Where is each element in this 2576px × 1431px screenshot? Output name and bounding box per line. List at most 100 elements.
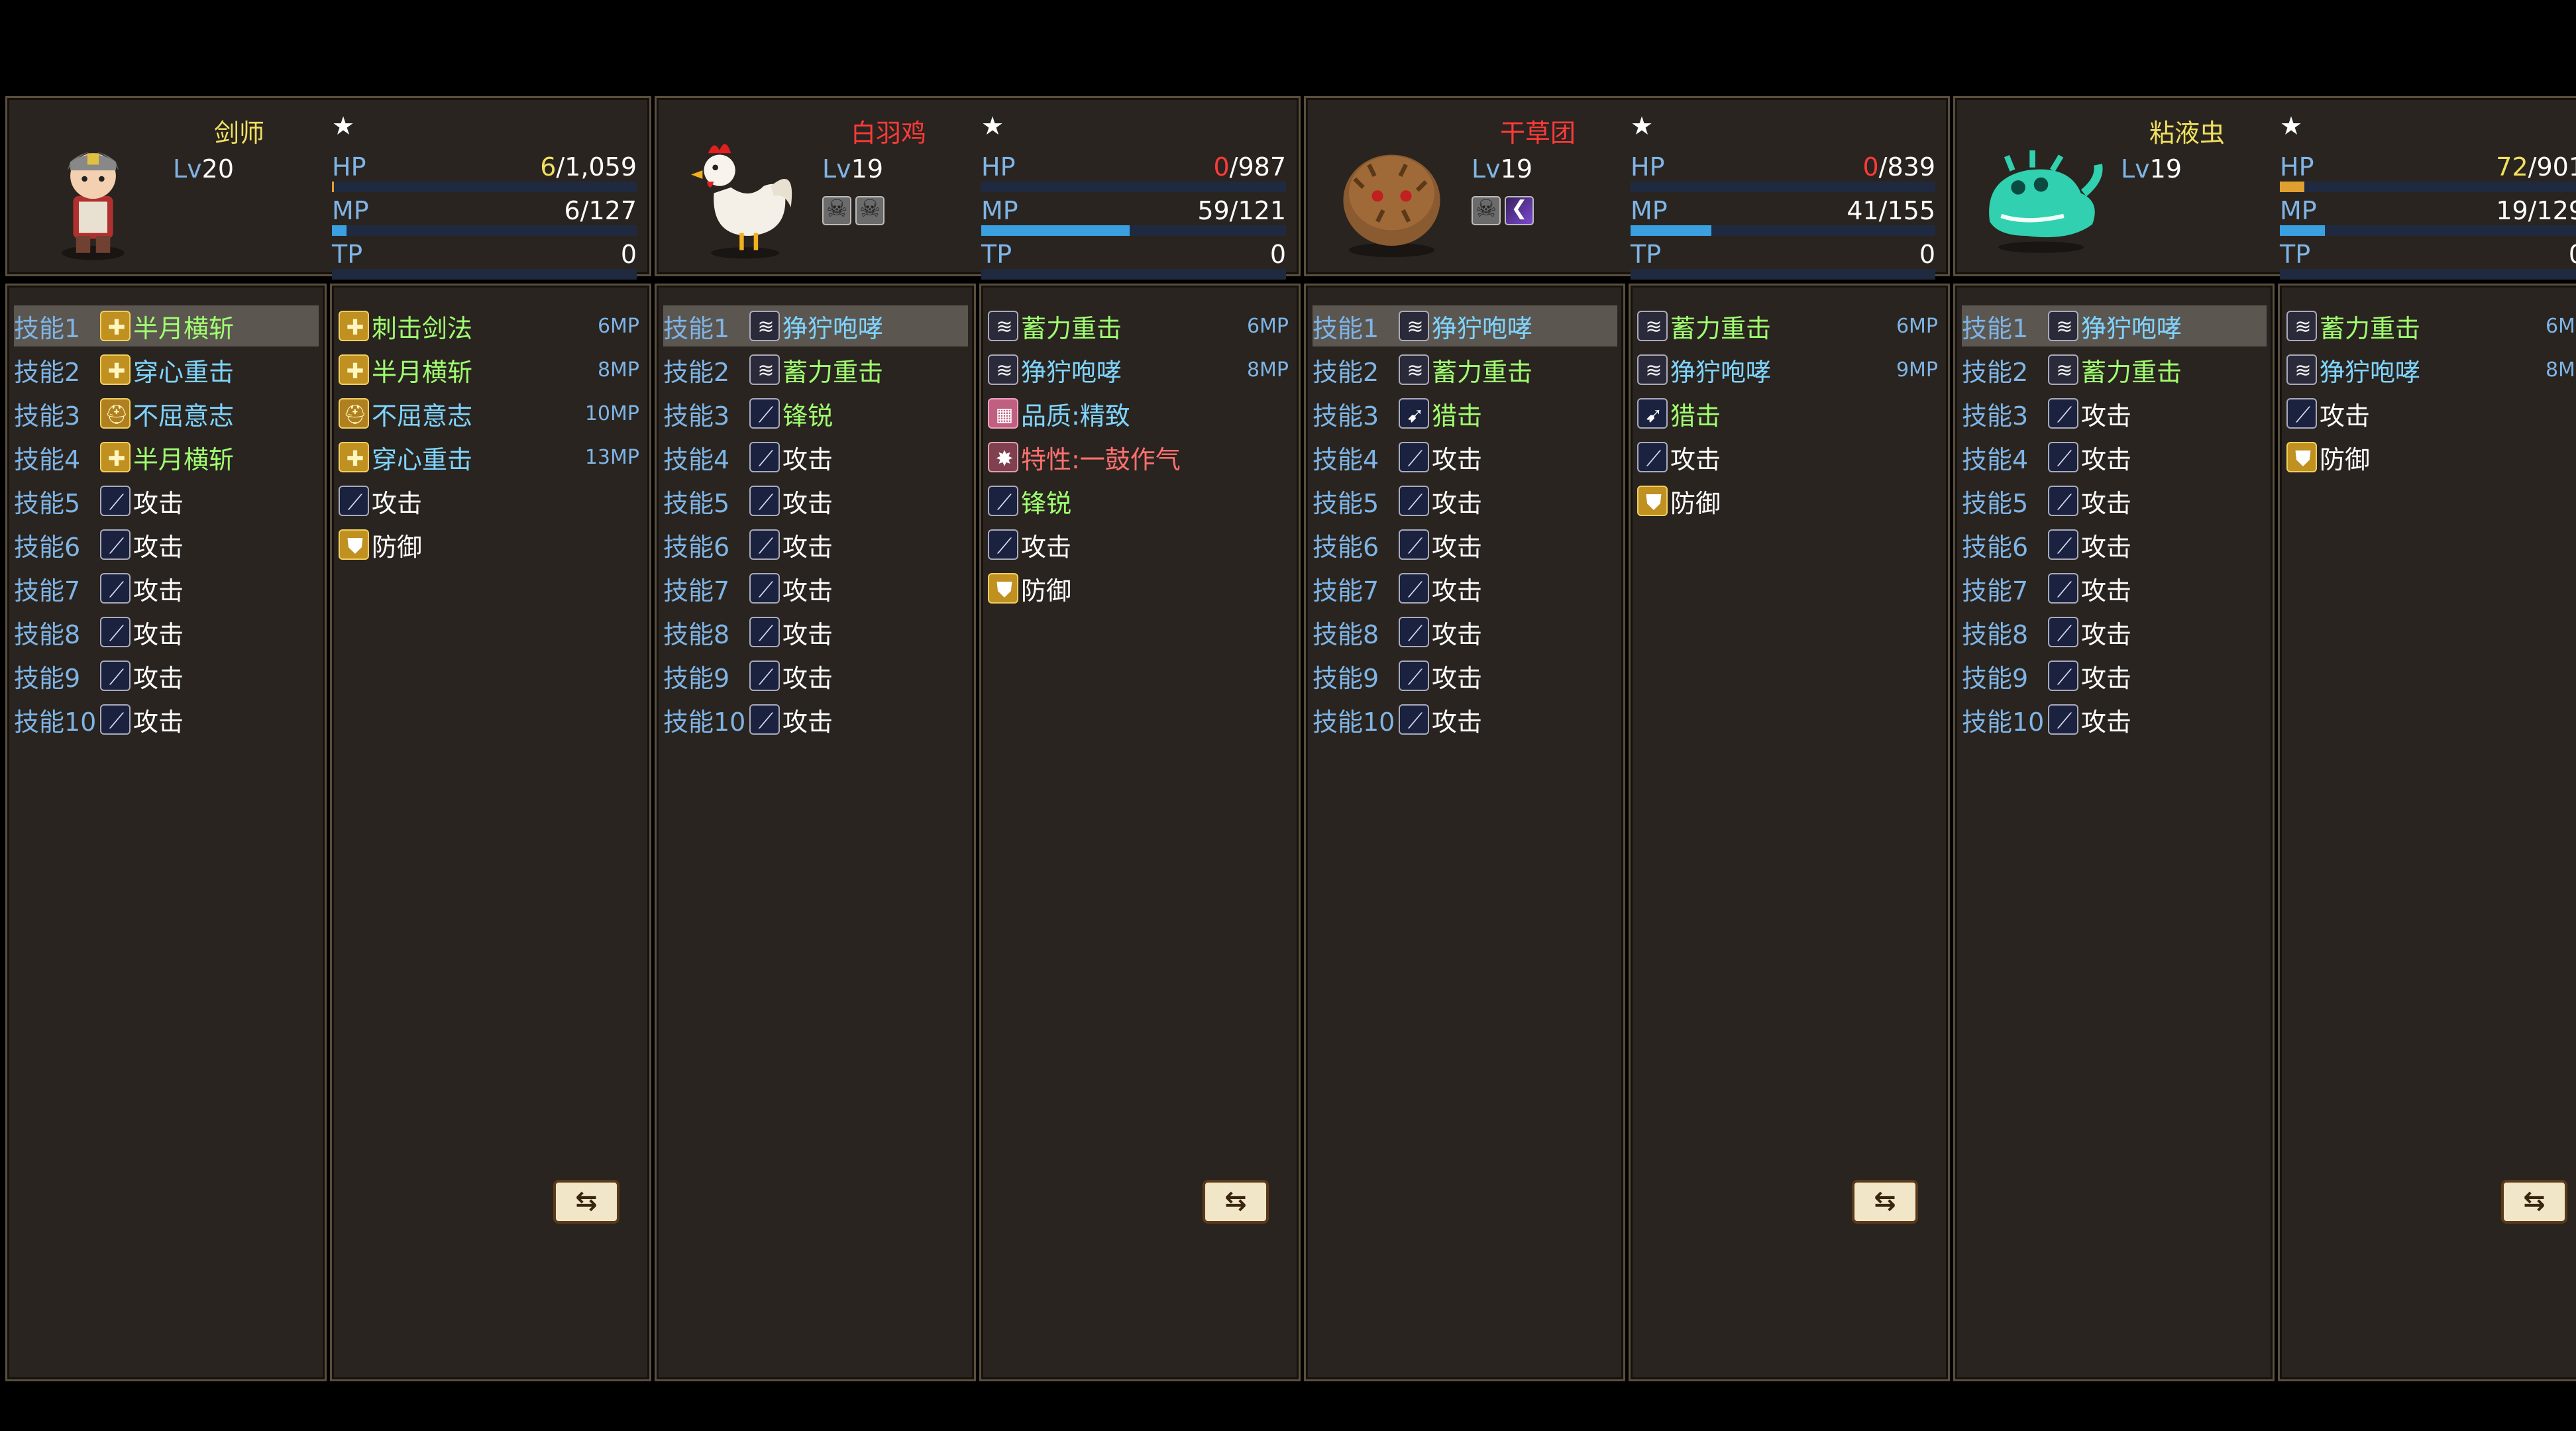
skill-slot-10[interactable]: 技能10 攻击	[663, 699, 968, 740]
skill-cost: 6MP	[1246, 314, 1289, 338]
skill-slot-10[interactable]: 技能10 攻击	[14, 699, 319, 740]
claw-skill-icon	[749, 354, 781, 386]
skill-slot-6[interactable]: 技能6 攻击	[663, 524, 968, 565]
mp-fill	[332, 225, 347, 236]
skill-slot-2[interactable]: 技能2 蓄力重击	[1313, 349, 1617, 390]
skill-slot-1[interactable]: 技能1 半月横斩	[14, 305, 319, 346]
swap-icon: ⇆	[2523, 1186, 2546, 1216]
skill-slot-1[interactable]: 技能1 狰狞咆哮	[1962, 305, 2267, 346]
gold-skill-icon	[339, 442, 370, 474]
skill-slot-8[interactable]: 技能8 攻击	[14, 611, 319, 653]
swap-skill-button[interactable]: ⇆	[553, 1180, 619, 1224]
skill-slot-3[interactable]: 技能3 不屈意志	[14, 393, 319, 434]
skill-list-window: 蓄力重击 6MP 狰狞咆哮 8MP 品质:精致 特性:一鼓作气 锋锐 攻击	[979, 284, 1301, 1381]
level-value: 19	[851, 154, 884, 184]
skill-slot-8[interactable]: 技能8 攻击	[1962, 611, 2267, 653]
skill-list-item[interactable]: 攻击	[2286, 393, 2576, 434]
slot-skill-name: 狰狞咆哮	[2081, 313, 2182, 343]
rooster-portrait	[671, 122, 814, 264]
skill-slot-9[interactable]: 技能9 攻击	[14, 655, 319, 696]
skill-list-item[interactable]: 狰狞咆哮 8MP	[988, 349, 1293, 390]
skill-list-item[interactable]: 穿心重击 13MP	[339, 437, 643, 478]
slot-skill-name: 攻击	[133, 488, 184, 518]
skill-slot-6[interactable]: 技能6 攻击	[14, 524, 319, 565]
sword-skill-icon	[749, 661, 781, 692]
slot-label: 技能4	[1962, 445, 2029, 474]
skill-slot-6[interactable]: 技能6 攻击	[1962, 524, 2267, 565]
slot-label: 技能7	[1962, 576, 2029, 606]
swap-skill-button[interactable]: ⇆	[1852, 1180, 1918, 1224]
skill-list-item[interactable]: 刺击剑法 6MP	[339, 305, 643, 346]
skill-list-item[interactable]: 攻击	[988, 524, 1293, 565]
skill-slot-7[interactable]: 技能7 攻击	[1313, 568, 1617, 609]
swap-skill-button[interactable]: ⇆	[2501, 1180, 2567, 1224]
skill-slot-7[interactable]: 技能7 攻击	[1962, 568, 2267, 609]
skill-list-item[interactable]: 防御	[1637, 480, 1942, 521]
skill-name: 蓄力重击	[1021, 313, 1122, 343]
slot-skill-name: 锋锐	[782, 401, 833, 431]
slot-skill-name: 攻击	[133, 707, 184, 737]
skill-slot-5[interactable]: 技能5 攻击	[14, 480, 319, 521]
skill-list-item[interactable]: 品质:精致	[988, 393, 1293, 434]
swap-skill-button[interactable]: ⇆	[1203, 1180, 1269, 1224]
slot-label: 技能1	[1313, 313, 1379, 343]
skill-slot-9[interactable]: 技能9 攻击	[1313, 655, 1617, 696]
skill-slot-10[interactable]: 技能10 攻击	[1313, 699, 1617, 740]
skill-list-item[interactable]: 防御	[2286, 437, 2576, 478]
skill-list-item[interactable]: 猎击	[1637, 393, 1942, 434]
skill-slot-4[interactable]: 技能4 攻击	[1962, 437, 2267, 478]
skill-slot-6[interactable]: 技能6 攻击	[1313, 524, 1617, 565]
favorite-star-icon[interactable]: ★	[981, 111, 1004, 140]
skill-slot-3[interactable]: 技能3 猎击	[1313, 393, 1617, 434]
skill-slot-1[interactable]: 技能1 狰狞咆哮	[1313, 305, 1617, 346]
skill-list-item[interactable]: 不屈意志 10MP	[339, 393, 643, 434]
skill-slot-7[interactable]: 技能7 攻击	[663, 568, 968, 609]
skill-slot-4[interactable]: 技能4 攻击	[663, 437, 968, 478]
skill-list-item[interactable]: 防御	[339, 524, 643, 565]
skill-slot-4[interactable]: 技能4 攻击	[1313, 437, 1617, 478]
mp-gauge: MP 41/155	[1631, 196, 1935, 237]
sword-skill-icon	[749, 573, 781, 605]
skill-list-item[interactable]: 半月横斩 8MP	[339, 349, 643, 390]
skill-slot-3[interactable]: 技能3 攻击	[1962, 393, 2267, 434]
favorite-star-icon[interactable]: ★	[1631, 111, 1653, 140]
skill-slot-8[interactable]: 技能8 攻击	[1313, 611, 1617, 653]
skill-slot-2[interactable]: 技能2 蓄力重击	[1962, 349, 2267, 390]
skill-slot-2[interactable]: 技能2 蓄力重击	[663, 349, 968, 390]
skill-slot-1[interactable]: 技能1 狰狞咆哮	[663, 305, 968, 346]
skill-slot-5[interactable]: 技能5 攻击	[1313, 480, 1617, 521]
skill-list-item[interactable]: 防御	[988, 568, 1293, 609]
skill-slot-7[interactable]: 技能7 攻击	[14, 568, 319, 609]
skill-slot-10[interactable]: 技能10 攻击	[1962, 699, 2267, 740]
skill-slot-9[interactable]: 技能9 攻击	[663, 655, 968, 696]
skill-list-item[interactable]: 蓄力重击 6MP	[1637, 305, 1942, 346]
skill-slot-5[interactable]: 技能5 攻击	[663, 480, 968, 521]
skill-slot-4[interactable]: 技能4 半月横斩	[14, 437, 319, 478]
slot-label: 技能9	[1962, 663, 2029, 693]
slot-skill-name: 攻击	[2081, 401, 2132, 431]
slot-skill-name: 攻击	[1432, 663, 1483, 693]
mp-fill	[1631, 225, 1711, 236]
skill-slot-5[interactable]: 技能5 攻击	[1962, 480, 2267, 521]
skill-list-item[interactable]: 狰狞咆哮 8MP	[2286, 349, 2576, 390]
skill-list-item[interactable]: 蓄力重击 6MP	[2286, 305, 2576, 346]
skill-list-item[interactable]: 狰狞咆哮 9MP	[1637, 349, 1942, 390]
slot-label: 技能10	[663, 707, 746, 737]
skill-list-item[interactable]: 攻击	[339, 480, 643, 521]
skill-list-item[interactable]: 蓄力重击 6MP	[988, 305, 1293, 346]
sword-skill-icon	[339, 486, 370, 517]
state-icons	[822, 195, 885, 225]
hp-gauge: HP 0/987	[981, 152, 1286, 193]
skill-name: 攻击	[1021, 532, 1072, 562]
skill-slot-8[interactable]: 技能8 攻击	[663, 611, 968, 653]
skill-list-item[interactable]: 锋锐	[988, 480, 1293, 521]
skill-name: 品质:精致	[1021, 401, 1130, 431]
skill-slot-9[interactable]: 技能9 攻击	[1962, 655, 2267, 696]
helm-skill-icon	[100, 398, 132, 430]
favorite-star-icon[interactable]: ★	[332, 111, 354, 140]
skill-list-item[interactable]: 特性:一鼓作气	[988, 437, 1293, 478]
skill-slot-2[interactable]: 技能2 穿心重击	[14, 349, 319, 390]
favorite-star-icon[interactable]: ★	[2280, 111, 2302, 140]
skill-slot-3[interactable]: 技能3 锋锐	[663, 393, 968, 434]
skill-list-item[interactable]: 攻击	[1637, 437, 1942, 478]
